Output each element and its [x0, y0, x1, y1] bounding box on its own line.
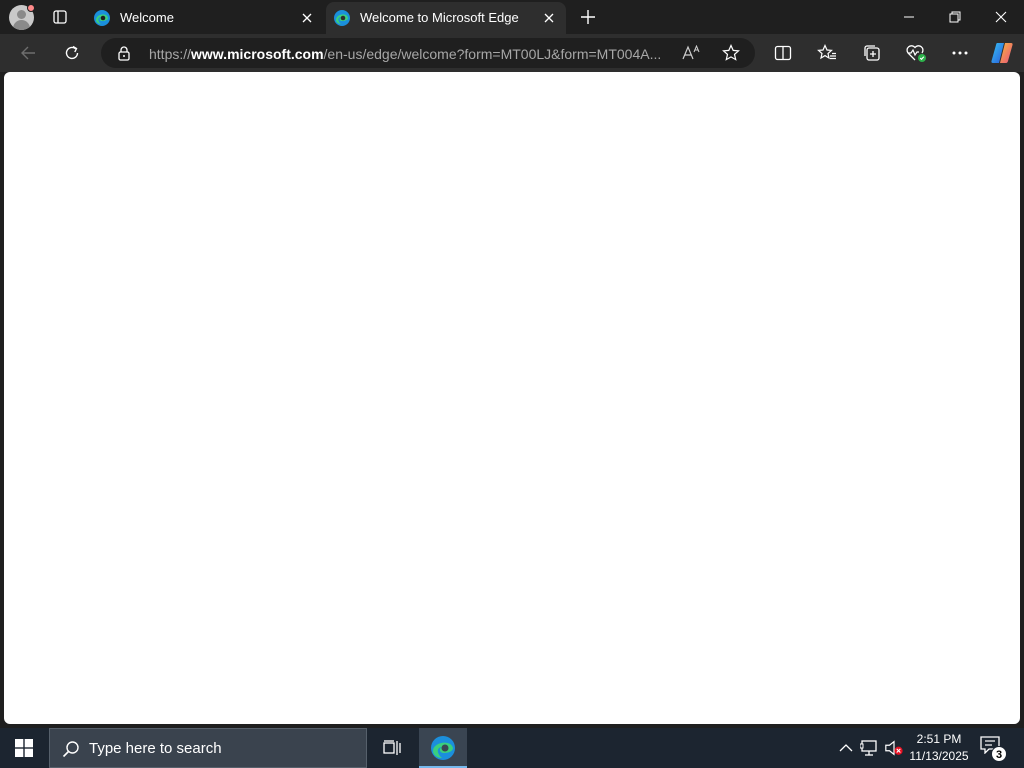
copilot-icon[interactable] [988, 40, 1016, 66]
notification-count-badge: 3 [991, 746, 1007, 762]
windows-taskbar: Type here to search 2:51 PM 11/13/2025 3 [0, 728, 1024, 768]
search-placeholder: Type here to search [89, 740, 222, 757]
web-content-area[interactable] [4, 72, 1020, 724]
favorite-star-icon[interactable] [719, 42, 743, 64]
browser-toolbar: https://www.microsoft.com/en-us/edge/wel… [0, 34, 1024, 72]
close-tab-icon[interactable] [298, 9, 316, 27]
close-window-icon[interactable] [978, 0, 1024, 34]
collections-icon[interactable] [858, 40, 886, 66]
address-bar[interactable]: https://www.microsoft.com/en-us/edge/wel… [101, 38, 755, 68]
task-view-icon[interactable] [368, 728, 416, 768]
favorites-icon[interactable] [813, 40, 841, 66]
back-arrow-icon[interactable] [14, 40, 42, 66]
read-aloud-icon[interactable] [679, 42, 703, 64]
split-screen-icon[interactable] [769, 40, 797, 66]
close-tab-icon[interactable] [540, 9, 558, 27]
volume-muted-icon[interactable] [884, 738, 904, 758]
tab-title: Welcome to Microsoft Edge [360, 10, 519, 25]
restore-icon[interactable] [932, 0, 978, 34]
refresh-icon[interactable] [58, 40, 86, 66]
taskbar-edge-app-icon[interactable] [419, 728, 467, 768]
browser-essentials-icon[interactable] [902, 40, 930, 66]
tab-title: Welcome [120, 10, 174, 25]
lock-icon[interactable] [117, 45, 131, 66]
tab-welcome-to-microsoft-edge[interactable]: Welcome to Microsoft Edge [326, 2, 566, 34]
clock-date: 11/13/2025 [909, 749, 969, 763]
network-icon[interactable] [860, 738, 880, 758]
new-tab-plus-icon[interactable] [576, 5, 600, 29]
more-options-icon[interactable] [946, 40, 974, 66]
profile-notification-dot [27, 4, 35, 12]
system-clock[interactable]: 2:51 PM 11/13/2025 [906, 731, 972, 765]
tab-welcome[interactable]: Welcome [86, 2, 324, 34]
tab-strip: Welcome Welcome to Microsoft Edge [0, 0, 1024, 34]
search-icon [62, 740, 80, 763]
notifications-icon[interactable]: 3 [980, 736, 1008, 762]
address-url[interactable]: https://www.microsoft.com/en-us/edge/wel… [149, 46, 661, 62]
edge-favicon-icon [333, 9, 351, 27]
show-hidden-icons-chevron-icon[interactable] [836, 738, 856, 758]
minimize-icon[interactable] [886, 0, 932, 34]
taskbar-search-box[interactable]: Type here to search [49, 728, 367, 768]
clock-time: 2:51 PM [916, 732, 962, 746]
tab-actions-menu-icon[interactable] [48, 5, 72, 29]
edge-favicon-icon [93, 9, 111, 27]
windows-start-icon[interactable] [0, 728, 48, 768]
